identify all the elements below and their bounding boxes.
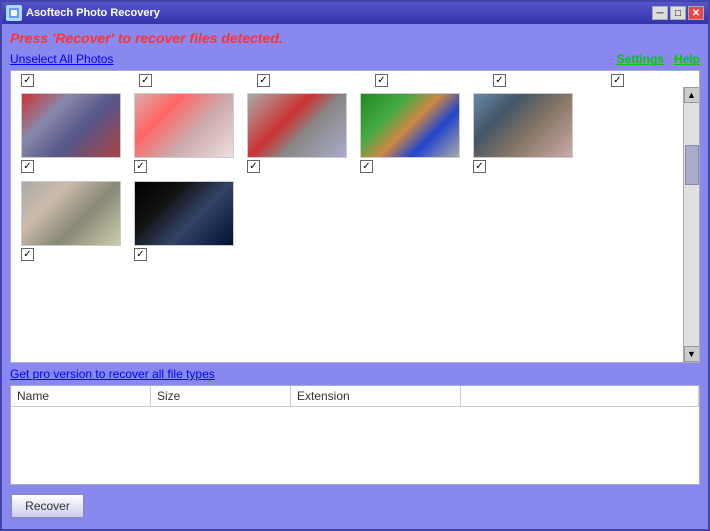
scroll-down-arrow[interactable]: ▼ [684, 346, 700, 362]
gallery-with-scroll: ✓ ✓ [11, 87, 699, 362]
photo-checkbox-7[interactable]: ✓ [134, 248, 147, 261]
checkbox-row-5: ✓ [473, 160, 486, 173]
title-bar: Asoftech Photo Recovery ─ □ ✕ [2, 2, 708, 24]
minimize-button[interactable]: ─ [652, 6, 668, 20]
gallery-inner: ✓ ✓ [11, 87, 683, 362]
checkbox-row-6: ✓ [21, 248, 34, 261]
top-checkbox-2[interactable]: ✓ [139, 74, 152, 87]
photo-checkbox-2[interactable]: ✓ [134, 160, 147, 173]
photo-thumb-5[interactable] [473, 93, 573, 158]
bottom-bar: Recover [10, 489, 700, 523]
checkbox-row-4: ✓ [360, 160, 373, 173]
photo-checkbox-5[interactable]: ✓ [473, 160, 486, 173]
press-recover-message: Press 'Recover' to recover files detecte… [10, 30, 700, 46]
checkbox-row-1: ✓ [21, 160, 34, 173]
maximize-button[interactable]: □ [670, 6, 686, 20]
top-checkbox-3[interactable]: ✓ [257, 74, 270, 87]
photos-grid: ✓ ✓ [11, 87, 683, 362]
top-bar: Unselect All Photos Settings Help [10, 52, 700, 66]
close-button[interactable]: ✕ [688, 6, 704, 20]
window-controls: ─ □ ✕ [652, 6, 704, 20]
pro-version-link: Get pro version to recover all file type… [10, 367, 700, 381]
scroll-up-arrow[interactable]: ▲ [684, 87, 700, 103]
file-table: Name Size Extension [10, 385, 700, 485]
checkbox-row-2: ✓ [134, 160, 147, 173]
col-extension: Extension [291, 386, 461, 406]
scroll-thumb[interactable] [685, 145, 699, 185]
photo-thumb-1[interactable] [21, 93, 121, 158]
top-right-links: Settings Help [617, 52, 700, 66]
photo-checkbox-6[interactable]: ✓ [21, 248, 34, 261]
gallery-photos-area: ✓ ✓ [11, 87, 683, 362]
photo-thumb-2[interactable] [134, 93, 234, 158]
unselect-all-link[interactable]: Unselect All Photos [10, 52, 113, 66]
pro-link-text[interactable]: Get pro version to recover all file type… [10, 364, 215, 384]
photo-thumb-3[interactable] [247, 93, 347, 158]
col-extra [461, 386, 699, 406]
gallery-panel: ✓ ✓ ✓ ✓ ✓ ✓ ✓ [10, 70, 700, 363]
checkbox-row-7: ✓ [134, 248, 147, 261]
top-checkbox-row: ✓ ✓ ✓ ✓ ✓ ✓ [11, 71, 699, 87]
photo-item-4: ✓ [360, 93, 465, 173]
photo-thumb-6[interactable] [21, 181, 121, 246]
main-content: Press 'Recover' to recover files detecte… [2, 24, 708, 529]
main-window: Asoftech Photo Recovery ─ □ ✕ Press 'Rec… [0, 0, 710, 531]
top-checkbox-5[interactable]: ✓ [493, 74, 506, 87]
recover-button[interactable]: Recover [10, 493, 85, 519]
window-title: Asoftech Photo Recovery [26, 7, 648, 19]
photo-checkbox-4[interactable]: ✓ [360, 160, 373, 173]
table-body [11, 407, 699, 483]
photo-thumb-4[interactable] [360, 93, 460, 158]
gallery-scrollbar: ▲ ▼ [683, 87, 699, 362]
table-header: Name Size Extension [11, 386, 699, 407]
photo-item-3: ✓ [247, 93, 352, 173]
help-link[interactable]: Help [674, 52, 700, 66]
photo-item-1: ✓ [21, 93, 126, 173]
photo-thumb-7[interactable] [134, 181, 234, 246]
col-name: Name [11, 386, 151, 406]
settings-link[interactable]: Settings [617, 52, 664, 66]
checkbox-row-3: ✓ [247, 160, 260, 173]
photo-item-2: ✓ [134, 93, 239, 173]
top-checkbox-1[interactable]: ✓ [21, 74, 34, 87]
photo-item-7: ✓ [134, 181, 239, 261]
app-icon [6, 5, 22, 21]
photo-checkbox-3[interactable]: ✓ [247, 160, 260, 173]
scroll-track [685, 105, 699, 344]
photo-item-6: ✓ [21, 181, 126, 261]
top-checkbox-6[interactable]: ✓ [611, 74, 624, 87]
photo-item-5: ✓ [473, 93, 578, 173]
top-checkbox-4[interactable]: ✓ [375, 74, 388, 87]
photo-checkbox-1[interactable]: ✓ [21, 160, 34, 173]
col-size: Size [151, 386, 291, 406]
